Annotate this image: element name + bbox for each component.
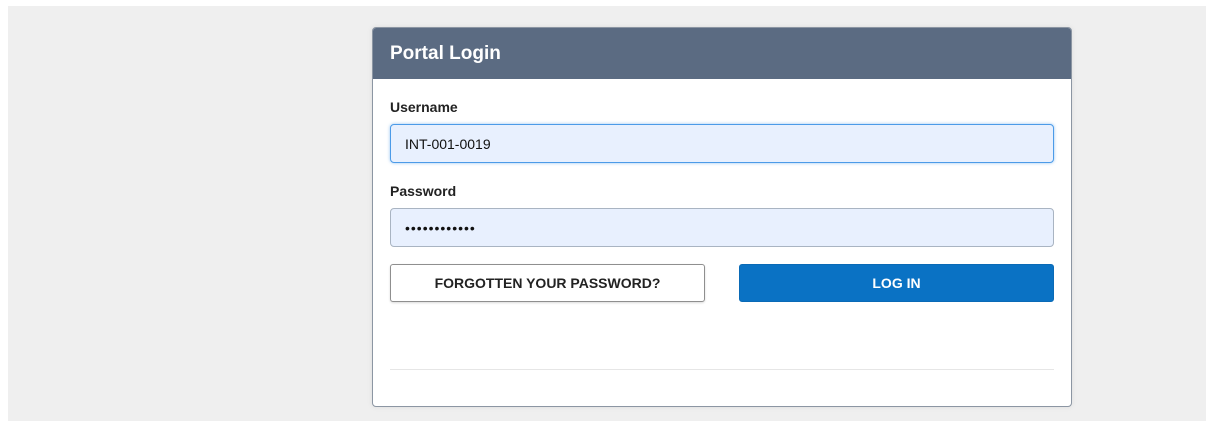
- login-actions: FORGOTTEN YOUR PASSWORD? LOG IN: [390, 264, 1054, 302]
- password-input[interactable]: [390, 208, 1054, 247]
- login-form: Username Password FORGOTTEN YOUR PASSWOR…: [373, 79, 1071, 370]
- forgot-password-button[interactable]: FORGOTTEN YOUR PASSWORD?: [390, 264, 705, 302]
- username-label: Username: [390, 99, 458, 115]
- card-divider: [390, 369, 1054, 370]
- login-card-header: Portal Login: [373, 28, 1071, 79]
- login-card: Portal Login Username Password FORGOTTEN…: [372, 27, 1072, 407]
- password-label: Password: [390, 183, 457, 199]
- login-button[interactable]: LOG IN: [739, 264, 1054, 302]
- password-group: Password: [390, 183, 1054, 247]
- login-title: Portal Login: [390, 42, 501, 64]
- username-input[interactable]: [390, 124, 1054, 163]
- username-group: Username: [390, 99, 1054, 163]
